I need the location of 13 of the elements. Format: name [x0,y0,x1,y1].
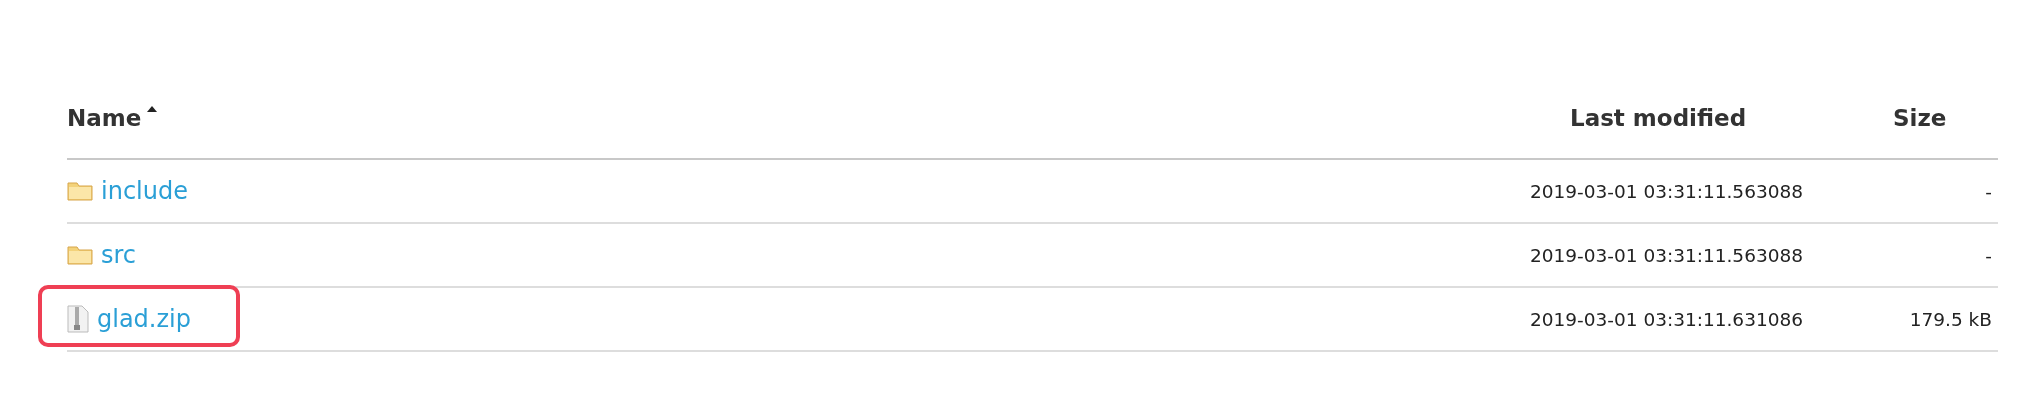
file-size: 179.5 kB [1909,308,1992,330]
file-size: - [1985,180,1992,202]
column-header[interactable]: Name [67,105,142,131]
file-size: - [1985,244,1992,266]
modified-date: 2019-03-01 03:31:11.563088 [1530,244,1803,266]
zip-file-icon [67,305,89,333]
sort-icon[interactable] [147,106,158,112]
modified-date: 2019-03-01 03:31:11.631086 [1530,308,1803,330]
modified-date: 2019-03-01 03:31:11.563088 [1530,180,1803,202]
folder-icon [67,181,93,201]
column-header[interactable]: Last modified [1570,105,1747,131]
column-header[interactable]: Size [1893,105,1947,131]
folder-icon [67,245,93,265]
